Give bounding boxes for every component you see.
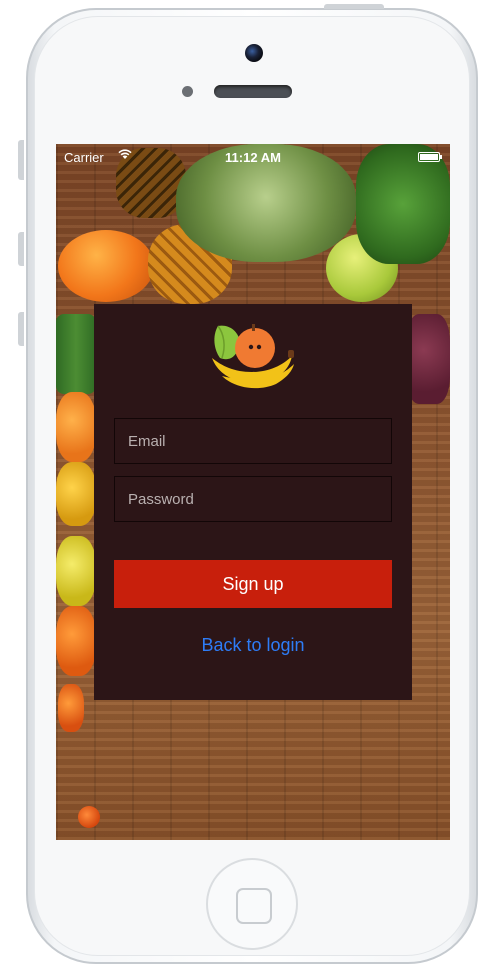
- status-time: 11:12 AM: [225, 150, 281, 165]
- fruit-basket-logo: [212, 324, 294, 389]
- small-pepper-decoration: [58, 684, 84, 732]
- cucumber-decoration: [56, 314, 96, 394]
- proximity-sensor: [182, 86, 193, 97]
- signup-card: Sign up Back to login: [94, 304, 412, 700]
- home-button[interactable]: [206, 858, 298, 950]
- home-button-icon: [236, 888, 272, 924]
- orange-decoration: [58, 230, 154, 302]
- power-button: [324, 4, 384, 9]
- battery-icon: [418, 152, 442, 162]
- email-input[interactable]: [114, 418, 392, 464]
- volume-down-button: [18, 312, 24, 346]
- earpiece-speaker: [214, 85, 292, 98]
- pepper-red-decoration: [56, 606, 96, 676]
- sign-up-button[interactable]: Sign up: [114, 560, 392, 608]
- grapes-decoration: [406, 314, 450, 404]
- pepper-yellow-decoration: [56, 536, 96, 606]
- tomato-yellow-decoration: [56, 462, 96, 526]
- front-camera: [245, 44, 263, 62]
- password-input[interactable]: [114, 476, 392, 522]
- pepper-orange-decoration: [56, 392, 96, 462]
- mute-switch: [18, 140, 24, 180]
- volume-up-button: [18, 232, 24, 266]
- back-to-login-link[interactable]: Back to login: [94, 635, 412, 656]
- status-bar: Carrier 11:12 AM: [56, 144, 450, 172]
- cherry-tomato-decoration: [78, 806, 100, 828]
- app-screen: Carrier 11:12 AM Sign up Back to logi: [56, 144, 450, 840]
